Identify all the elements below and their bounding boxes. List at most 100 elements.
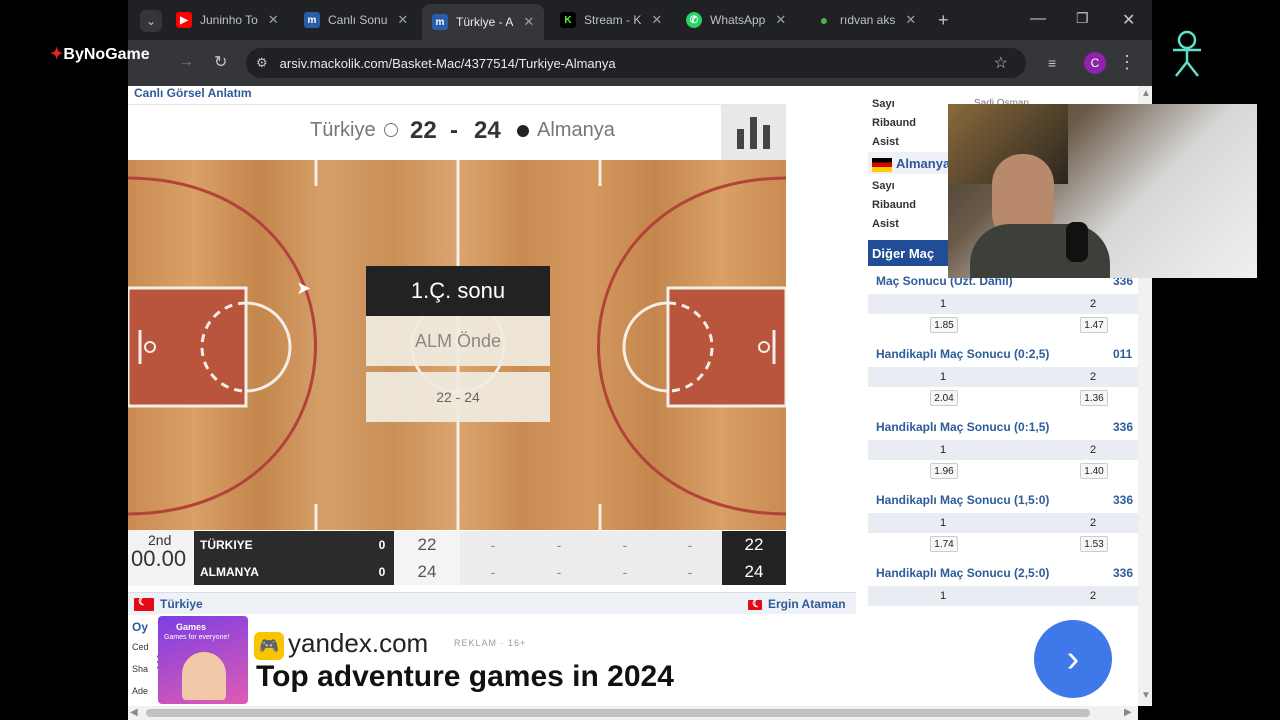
tab-close-icon[interactable]: ✕ xyxy=(775,12,786,28)
odd-button[interactable]: 1.36 xyxy=(1080,390,1108,406)
market-title[interactable]: Handikaplı Maç Sonucu (0:2,5) xyxy=(876,347,1049,361)
stat-label: Sayı xyxy=(872,180,895,192)
market-block: Handikaplı Maç Sonucu (1,5:0) 336 1 2 1.… xyxy=(868,489,1138,559)
players-tab[interactable]: Oy xyxy=(132,620,148,634)
away-score: 24 xyxy=(474,117,501,144)
mouse-cursor-icon: ➤ xyxy=(296,278,312,298)
odd-button[interactable]: 1.53 xyxy=(1080,536,1108,552)
home-possession-icon xyxy=(384,123,398,137)
market-title[interactable]: Handikaplı Maç Sonucu (1,5:0) xyxy=(876,493,1049,507)
tab-close-icon[interactable]: ✕ xyxy=(268,12,279,28)
ad-banner[interactable]: ⋮ Games Games for everyone! 🎮 yandex.com… xyxy=(150,614,1138,706)
url-text[interactable]: arsiv.mackolik.com/Basket-Mac/4377514/Tu… xyxy=(280,56,616,71)
overlay-score: 22 - 24 xyxy=(366,372,550,422)
market-id: 336 xyxy=(1113,420,1134,434)
ad-thumbnail[interactable]: Games Games for everyone! xyxy=(158,616,248,704)
whatsapp-icon: ✆ xyxy=(686,12,702,28)
odd-button[interactable]: 2.04 xyxy=(930,390,958,406)
scroll-down-icon[interactable]: ▼ xyxy=(1141,690,1151,701)
bookmark-star-icon[interactable]: ☆ xyxy=(994,53,1008,73)
market-odds: 1.85 1.47 xyxy=(868,314,1138,336)
away-team-name: Almanya xyxy=(537,119,615,141)
stat-label: Sayı xyxy=(872,98,895,110)
period-overlay: 1.Ç. sonu ALM Önde 22 - 24 xyxy=(366,266,550,422)
odd-button[interactable]: 1.85 xyxy=(930,317,958,333)
scroll-up-icon[interactable]: ▲ xyxy=(1141,88,1151,99)
odd-button[interactable]: 1.96 xyxy=(930,463,958,479)
fouls: 0 xyxy=(378,564,386,579)
close-window-icon[interactable]: ✕ xyxy=(1122,10,1135,30)
address-bar[interactable]: ⚙ arsiv.mackolik.com/Basket-Mac/4377514/… xyxy=(246,48,1026,78)
site-info-icon[interactable]: ⚙ xyxy=(256,55,268,71)
market-title[interactable]: Handikaplı Maç Sonucu (2,5:0) xyxy=(876,566,1049,580)
tab-strip: ⌄ ▶ Juninho To ✕ m Canlı Sonu ✕ m Türkiy… xyxy=(128,0,1152,40)
quarter-4: - xyxy=(622,536,628,553)
quarter-3: - xyxy=(556,536,562,553)
coach-name[interactable]: Ergin Ataman xyxy=(768,597,846,611)
col-1-label: 1 xyxy=(940,298,947,310)
ad-next-button[interactable]: › xyxy=(1034,620,1112,698)
overtime: - xyxy=(687,536,693,553)
forward-icon[interactable]: → xyxy=(178,53,194,71)
stat-label: Asist xyxy=(872,136,899,148)
tab-stream[interactable]: K Stream - K ✕ xyxy=(560,8,662,32)
tab-search-chevron-icon[interactable]: ⌄ xyxy=(140,10,162,32)
minimize-icon[interactable]: — xyxy=(1030,10,1046,28)
quarter-4: - xyxy=(622,563,628,580)
market-odds: 1.96 1.40 xyxy=(868,460,1138,482)
odd-button[interactable]: 1.74 xyxy=(930,536,958,552)
turkey-flag-icon xyxy=(748,597,762,611)
col-2-label: 2 xyxy=(1090,371,1097,383)
scoreboard-row-away: ALMANYA 0 24 - - - - 24 xyxy=(194,558,786,585)
market-title[interactable]: Handikaplı Maç Sonucu (0:1,5) xyxy=(876,420,1049,434)
away-team-label[interactable]: Almanya xyxy=(896,156,950,171)
market-block: Handikaplı Maç Sonucu (0:2,5) 011 1 2 2.… xyxy=(868,343,1138,413)
odd-button[interactable]: 1.40 xyxy=(1080,463,1108,479)
tab-close-icon[interactable]: ✕ xyxy=(651,12,662,28)
player-row: Sha xyxy=(132,664,149,674)
col-2-label: 2 xyxy=(1090,517,1097,529)
microphone xyxy=(1066,222,1088,262)
overtime: - xyxy=(687,563,693,580)
col-2-label: 2 xyxy=(1090,298,1097,310)
tab-turkiye-almanya[interactable]: m Türkiye - A ✕ xyxy=(422,4,545,40)
tab-close-icon[interactable]: ✕ xyxy=(905,12,916,28)
market-odds: 1.74 1.53 xyxy=(868,533,1138,555)
profile-avatar[interactable]: C xyxy=(1084,52,1106,74)
tab-close-icon[interactable]: ✕ xyxy=(397,12,408,28)
market-block: Handikaplı Maç Sonucu (0:1,5) 336 1 2 1.… xyxy=(868,416,1138,486)
odd-button[interactable]: 1.47 xyxy=(1080,317,1108,333)
period-status: 1.Ç. sonu xyxy=(366,266,550,316)
team-strip-home[interactable]: Türkiye xyxy=(160,597,203,611)
horizontal-scrollbar[interactable]: ◀ ▶ xyxy=(128,706,1138,720)
tab-label: Canlı Sonu xyxy=(328,13,388,27)
tab-close-icon[interactable]: ✕ xyxy=(523,14,534,30)
streamer-body xyxy=(970,224,1110,278)
ad-headline[interactable]: Top adventure games in 2024 xyxy=(256,660,674,694)
scroll-left-icon[interactable]: ◀ xyxy=(130,707,138,718)
player-row: Ade xyxy=(132,686,149,696)
ad-domain[interactable]: yandex.com xyxy=(288,628,428,659)
scroll-right-icon[interactable]: ▶ xyxy=(1124,707,1132,718)
tab-label: Türkiye - A xyxy=(456,15,514,29)
team-strip: Türkiye Ergin Ataman xyxy=(128,592,856,615)
new-tab-icon[interactable]: + xyxy=(938,10,949,31)
tab-label: Stream - K xyxy=(584,13,642,27)
tab-whatsapp[interactable]: ✆ WhatsApp ✕ xyxy=(686,8,786,32)
tab-canli-sonuc[interactable]: m Canlı Sonu ✕ xyxy=(304,8,408,32)
bar-chart-icon xyxy=(737,117,770,149)
media-controls-icon[interactable]: ≡ xyxy=(1048,55,1056,71)
menu-icon[interactable]: ⋮ xyxy=(1118,52,1136,73)
market-columns: 1 2 xyxy=(868,513,1138,533)
market-id: 011 xyxy=(1113,347,1133,361)
scoreboard: 2nd 00.00 TÜRKIYE 0 22 - - - - 22 ALMANY… xyxy=(128,530,786,586)
tab-ridvan[interactable]: ● rıdvan aks ✕ xyxy=(816,8,917,32)
tab-juninho[interactable]: ▶ Juninho To ✕ xyxy=(176,8,279,32)
scoreboard-team: ALMANYA xyxy=(194,558,394,585)
score-bar: Türkiye 22 - 24 Almanya xyxy=(128,104,786,161)
player-row: Ced xyxy=(132,642,149,652)
reload-icon[interactable]: ↻ xyxy=(214,52,227,72)
stats-chart-button[interactable] xyxy=(721,105,786,161)
restore-icon[interactable]: ❐ xyxy=(1076,10,1089,27)
scrollbar-thumb[interactable] xyxy=(146,709,1090,717)
